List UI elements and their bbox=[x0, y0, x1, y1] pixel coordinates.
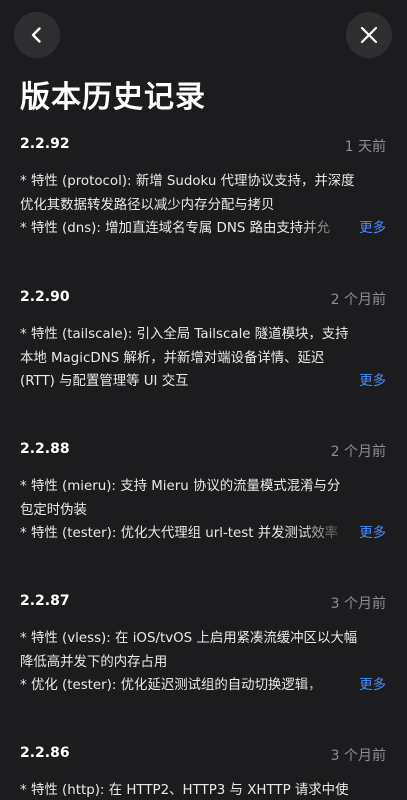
note-line: (RTT) 与配置管理等 UI 交互 bbox=[20, 374, 189, 389]
note-line: 优化其数据转发路径以减少内存分配与拷贝 bbox=[20, 197, 275, 213]
version-entry: 2.2.92 1 天前 * 特性 (protocol): 新增 Sudoku 代… bbox=[0, 136, 407, 241]
release-notes: * 特性 (http): 在 HTTP2、HTTP3 与 XHTTP 请求中使 bbox=[0, 779, 407, 800]
note-line: * 特性 (dns): 增加直连域名专属 DNS 路由支持并允 bbox=[20, 221, 330, 236]
note-line: * 特性 (mieru): 支持 Mieru 协议的流量模式混淆与分 bbox=[20, 479, 341, 494]
note-line: 降低高并发下的内存占用 bbox=[20, 654, 168, 670]
note-line: * 特性 (http): 在 HTTP2、HTTP3 与 XHTTP 请求中使 bbox=[20, 783, 349, 798]
version-entry: 2.2.86 3 个月前 * 特性 (http): 在 HTTP2、HTTP3 … bbox=[0, 745, 407, 800]
version-entry: 2.2.88 2 个月前 * 特性 (mieru): 支持 Mieru 协议的流… bbox=[0, 441, 407, 546]
chevron-left-icon bbox=[31, 27, 41, 43]
note-line: * 优化 (tester): 优化延迟测试组的自动切换逻辑， bbox=[20, 678, 322, 693]
note-line: 包定时伪装 bbox=[20, 502, 87, 518]
more-link[interactable]: 更多 bbox=[359, 522, 386, 546]
more-link[interactable]: 更多 bbox=[359, 674, 386, 698]
release-date: 1 天前 bbox=[344, 139, 386, 155]
release-notes: * 特性 (mieru): 支持 Mieru 协议的流量模式混淆与分 包定时伪装… bbox=[0, 475, 407, 546]
release-date: 3 个月前 bbox=[330, 748, 386, 764]
close-icon bbox=[360, 26, 378, 44]
close-button[interactable] bbox=[346, 12, 392, 58]
version-number: 2.2.86 bbox=[20, 745, 70, 761]
version-number: 2.2.90 bbox=[20, 289, 70, 305]
version-number: 2.2.88 bbox=[20, 441, 70, 457]
more-link[interactable]: 更多 bbox=[359, 217, 386, 241]
page-title: 版本历史记录 bbox=[20, 80, 206, 115]
release-date: 2 个月前 bbox=[330, 292, 386, 308]
release-date: 3 个月前 bbox=[330, 596, 386, 612]
version-entry: 2.2.90 2 个月前 * 特性 (tailscale): 引入全局 Tail… bbox=[0, 289, 407, 394]
release-date: 2 个月前 bbox=[330, 444, 386, 460]
note-line: * 特性 (tailscale): 引入全局 Tailscale 隧道模块，支持 bbox=[20, 327, 349, 342]
note-line: * 特性 (tester): 优化大代理组 url-test 并发测试效率 bbox=[20, 526, 339, 541]
version-entry: 2.2.87 3 个月前 * 特性 (vless): 在 iOS/tvOS 上启… bbox=[0, 593, 407, 698]
more-link[interactable]: 更多 bbox=[359, 370, 386, 394]
version-history-screen: 版本历史记录 2.2.92 1 天前 * 特性 (protocol): 新增 S… bbox=[0, 0, 407, 800]
version-number: 2.2.87 bbox=[20, 593, 70, 609]
release-notes: * 特性 (vless): 在 iOS/tvOS 上启用紧凑流缓冲区以大幅 降低… bbox=[0, 627, 407, 698]
release-notes: * 特性 (protocol): 新增 Sudoku 代理协议支持，并深度 优化… bbox=[0, 170, 407, 241]
release-notes: * 特性 (tailscale): 引入全局 Tailscale 隧道模块，支持… bbox=[0, 323, 407, 394]
back-button[interactable] bbox=[14, 12, 60, 58]
note-line: 本地 MagicDNS 解析，并新增对端设备详情、延迟 bbox=[20, 350, 325, 366]
note-line: * 特性 (protocol): 新增 Sudoku 代理协议支持，并深度 bbox=[20, 174, 355, 189]
note-line: * 特性 (vless): 在 iOS/tvOS 上启用紧凑流缓冲区以大幅 bbox=[20, 631, 358, 646]
version-number: 2.2.92 bbox=[20, 136, 70, 152]
